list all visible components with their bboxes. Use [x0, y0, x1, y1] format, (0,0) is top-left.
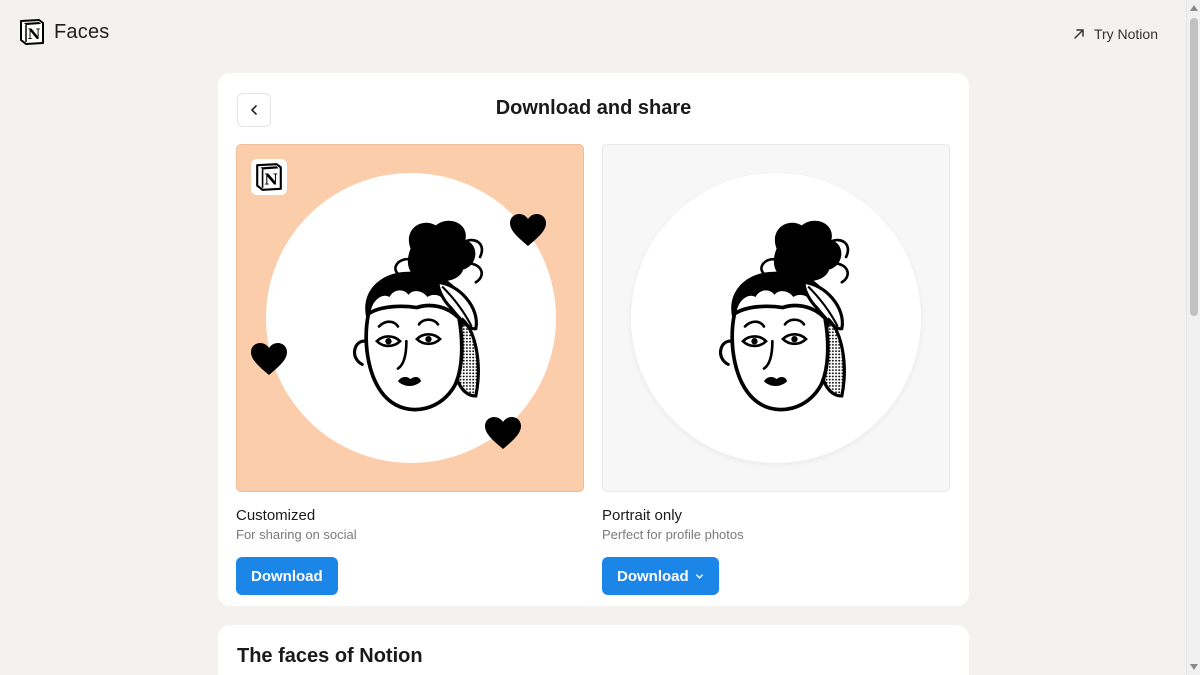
try-notion-label: Try Notion	[1093, 26, 1158, 42]
faces-section-card: The faces of Notion	[218, 625, 969, 675]
heart-icon	[485, 417, 521, 449]
notion-logo-icon	[256, 163, 282, 191]
scroll-down-arrow-icon[interactable]	[1190, 664, 1198, 670]
customized-option: Customized For sharing on social Downloa…	[236, 144, 584, 595]
scrollbar[interactable]	[1186, 0, 1200, 675]
scroll-up-arrow-icon[interactable]	[1190, 5, 1198, 11]
arrow-up-right-icon	[1074, 29, 1084, 39]
download-button-label: Download	[251, 567, 323, 585]
heart-icon	[251, 343, 287, 375]
face-illustration	[718, 218, 850, 412]
option-title: Customized	[236, 507, 316, 524]
dialog-title: Download and share	[495, 97, 692, 119]
notion-logo-icon	[20, 19, 44, 45]
download-share-card: Download and share Customized For sharin…	[218, 73, 969, 606]
face-illustration	[352, 218, 484, 412]
scroll-thumb[interactable]	[1190, 18, 1198, 316]
download-button[interactable]: Download	[236, 557, 338, 595]
try-notion-link[interactable]: Try Notion	[1072, 26, 1158, 42]
customized-preview	[236, 144, 584, 492]
option-subtitle: Perfect for profile photos	[602, 527, 744, 542]
download-button-label: Download	[617, 567, 689, 585]
app-name: Faces	[54, 20, 110, 43]
portrait-preview	[602, 144, 950, 492]
chevron-down-icon	[695, 573, 703, 579]
notion-badge	[251, 159, 287, 195]
option-title: Portrait only	[602, 507, 683, 524]
top-bar: Faces Try Notion	[0, 0, 1186, 68]
heart-icon	[510, 214, 546, 246]
download-dropdown-button[interactable]: Download	[602, 557, 719, 595]
option-subtitle: For sharing on social	[236, 527, 357, 542]
section-title: The faces of Notion	[237, 645, 423, 667]
app-logo[interactable]: Faces	[18, 18, 109, 46]
portrait-option: Portrait only Perfect for profile photos…	[602, 144, 950, 595]
